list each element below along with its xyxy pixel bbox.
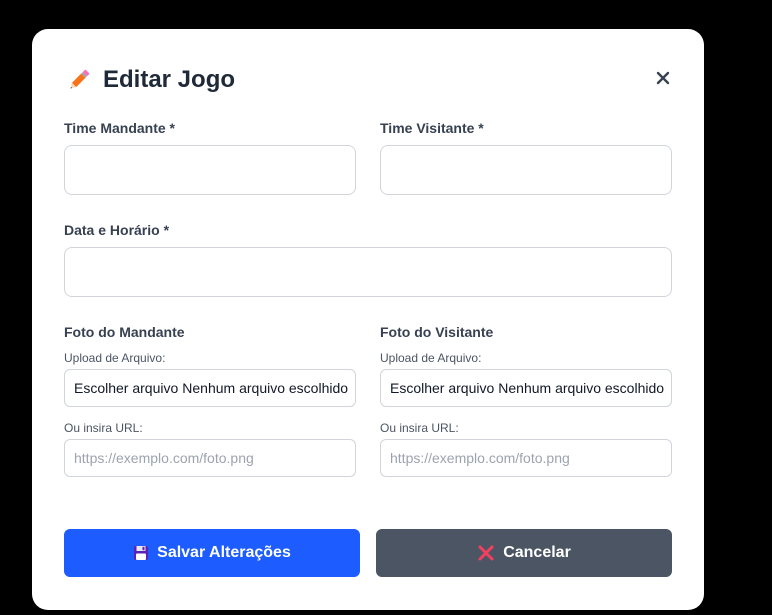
cancel-button[interactable]: Cancelar <box>376 529 672 577</box>
away-file-status: Nenhum arquivo escolhido <box>498 380 665 396</box>
home-team-input[interactable] <box>64 145 356 195</box>
home-file-status: Nenhum arquivo escolhido <box>182 380 349 396</box>
away-photo-label: Foto do Visitante <box>380 324 494 340</box>
away-team-label: Time Visitante * <box>380 120 484 136</box>
modal-header: Editar Jogo <box>65 63 671 97</box>
home-choose-file-button[interactable]: Escolher arquivo <box>74 380 178 396</box>
modal-title: Editar Jogo <box>103 66 236 93</box>
away-choose-file-button[interactable]: Escolher arquivo <box>390 380 494 396</box>
datetime-label: Data e Horário * <box>64 222 170 238</box>
datetime-input[interactable] <box>64 247 672 297</box>
home-upload-label: Upload de Arquivo: <box>64 351 166 365</box>
home-photo-file-input[interactable]: Escolher arquivo Nenhum arquivo escolhid… <box>64 369 356 407</box>
close-button[interactable] <box>654 69 672 87</box>
away-team-input[interactable] <box>380 145 672 195</box>
cross-mark-icon <box>478 545 494 561</box>
away-upload-label: Upload de Arquivo: <box>380 351 482 365</box>
away-url-label: Ou insira URL: <box>380 421 459 435</box>
save-button-label: Salvar Alterações <box>157 544 291 561</box>
save-changes-button[interactable]: Salvar Alterações <box>64 529 360 577</box>
home-photo-url-input[interactable]: https://exemplo.com/foto.png <box>64 439 356 477</box>
home-team-label: Time Mandante * <box>64 120 175 136</box>
home-url-label: Ou insira URL: <box>64 421 143 435</box>
edit-game-modal: Editar Jogo Time Mandante * Time Visitan… <box>32 29 704 610</box>
close-icon <box>656 71 670 85</box>
cancel-button-label: Cancelar <box>503 544 571 561</box>
home-photo-label: Foto do Mandante <box>64 324 185 340</box>
away-photo-file-input[interactable]: Escolher arquivo Nenhum arquivo escolhid… <box>380 369 672 407</box>
pencil-icon <box>65 66 93 94</box>
away-photo-url-input[interactable]: https://exemplo.com/foto.png <box>380 439 672 477</box>
floppy-disk-icon <box>134 546 149 560</box>
